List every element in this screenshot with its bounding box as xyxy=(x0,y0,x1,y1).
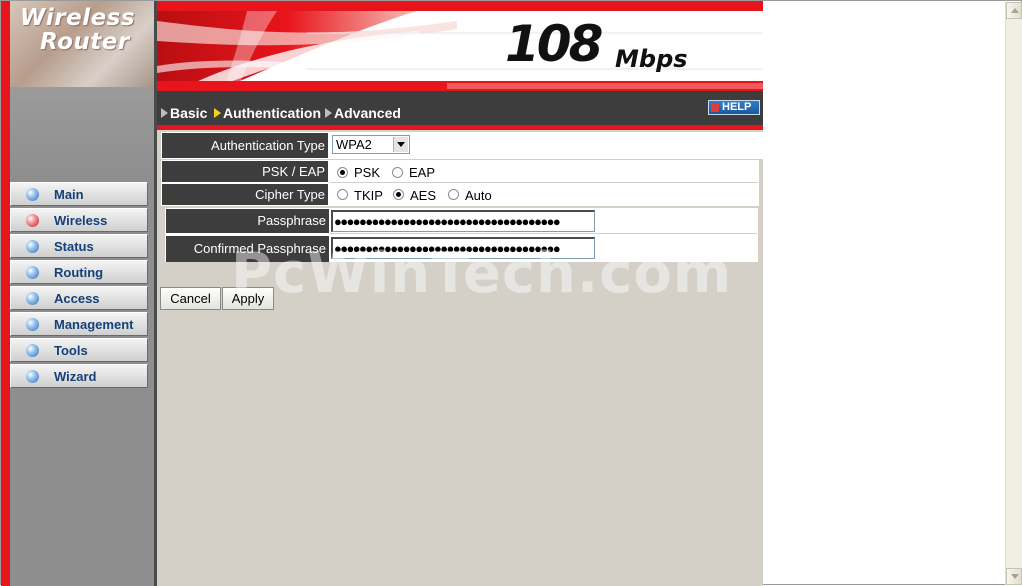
bullet-icon xyxy=(26,318,39,331)
cipher-type-label: Cipher Type xyxy=(162,184,328,205)
psk-radio[interactable] xyxy=(337,167,348,178)
confirmed-passphrase-input[interactable]: ●●●●●●●●●●●●●●●●●●●●●●●●●●●●●●●●●●●● xyxy=(331,237,595,259)
mode-panel: PSK / EAP PSK EAP Cipher Type TKIP AES A… xyxy=(161,160,759,206)
sidebar-item-label: Routing xyxy=(54,265,104,280)
psk-eap-field: PSK EAP xyxy=(330,161,758,183)
sidebar: Wireless Router Main Wireless Status Rou… xyxy=(1,1,157,586)
psk-eap-label: PSK / EAP xyxy=(162,161,328,182)
apply-button[interactable]: Apply xyxy=(222,287,274,310)
header-banner: 108 Mbps xyxy=(157,1,763,91)
help-button[interactable]: HELP xyxy=(708,100,760,115)
sidebar-item-label: Status xyxy=(54,239,94,254)
bullet-icon xyxy=(26,344,39,357)
triangle-right-icon xyxy=(214,108,221,118)
help-label: HELP xyxy=(722,101,752,113)
main-content: Authentication Type WPA2 PSK / EAP PSK E… xyxy=(157,130,763,586)
tab-authentication[interactable]: Authentication xyxy=(214,105,321,121)
psk-radio-label: PSK xyxy=(354,165,381,180)
tab-bar: Basic Authentication Advanced HELP xyxy=(157,91,763,125)
speed-logo-number: 108 xyxy=(505,15,603,73)
tab-advanced[interactable]: Advanced xyxy=(325,105,401,121)
router-logo: Wireless Router xyxy=(10,1,154,87)
sidebar-item-label: Wireless xyxy=(54,213,108,228)
tkip-radio[interactable] xyxy=(337,189,348,200)
passphrase-masked-value: ●●●●●●●●●●●●●●●●●●●●●●●●●●●●●●●●●●●● xyxy=(334,214,561,229)
triangle-right-icon xyxy=(161,108,168,118)
triangle-right-icon xyxy=(325,108,332,118)
bullet-icon xyxy=(26,214,39,227)
auth-type-field: WPA2 xyxy=(330,133,761,158)
tkip-radio-label: TKIP xyxy=(354,188,383,203)
sidebar-spacer xyxy=(10,87,154,177)
page-scrollbar[interactable] xyxy=(1005,2,1022,585)
cancel-button[interactable]: Cancel xyxy=(160,287,221,310)
confirmed-passphrase-label: Confirmed Passphrase xyxy=(166,236,329,262)
banner-red-strip xyxy=(157,1,763,11)
bullet-icon xyxy=(26,240,39,253)
sidebar-item-label: Access xyxy=(54,291,100,306)
confirmed-passphrase-field: ●●●●●●●●●●●●●●●●●●●●●●●●●●●●●●●●●●●● xyxy=(330,236,757,262)
cipher-type-field: TKIP AES Auto xyxy=(330,184,758,205)
eap-radio[interactable] xyxy=(392,167,403,178)
tab-label: Authentication xyxy=(223,105,321,121)
sidebar-item-wizard[interactable]: Wizard xyxy=(10,364,148,388)
logo-line2: Router xyxy=(40,29,130,55)
auth-type-row: Authentication Type WPA2 xyxy=(161,132,763,159)
sidebar-item-main[interactable]: Main xyxy=(10,182,148,206)
help-icon xyxy=(711,103,719,112)
speed-logo-unit: Mbps xyxy=(615,45,688,73)
sidebar-nav: Main Wireless Status Routing Access Mana… xyxy=(10,182,148,390)
auto-radio[interactable] xyxy=(448,189,459,200)
sidebar-item-management[interactable]: Management xyxy=(10,312,148,336)
sidebar-item-label: Tools xyxy=(54,343,88,358)
passphrase-field: ●●●●●●●●●●●●●●●●●●●●●●●●●●●●●●●●●●●● xyxy=(330,209,757,234)
sidebar-item-status[interactable]: Status xyxy=(10,234,148,258)
bullet-icon xyxy=(26,370,39,383)
auth-type-select[interactable]: WPA2 xyxy=(332,135,410,154)
auth-type-value: WPA2 xyxy=(336,137,372,152)
auth-type-label: Authentication Type xyxy=(162,133,328,158)
sidebar-item-routing[interactable]: Routing xyxy=(10,260,148,284)
tab-label: Basic xyxy=(170,105,208,121)
logo-line1: Wireless xyxy=(20,5,136,31)
sidebar-item-access[interactable]: Access xyxy=(10,286,148,310)
tab-basic[interactable]: Basic xyxy=(161,105,207,121)
bullet-icon xyxy=(26,266,39,279)
passphrase-label: Passphrase xyxy=(166,209,329,233)
sidebar-red-strip xyxy=(1,1,10,586)
chevron-down-icon xyxy=(393,137,408,152)
eap-radio-label: EAP xyxy=(409,165,436,180)
confirmed-passphrase-masked-value: ●●●●●●●●●●●●●●●●●●●●●●●●●●●●●●●●●●●● xyxy=(334,241,561,256)
sidebar-item-label: Main xyxy=(54,187,84,202)
scroll-down-arrow-icon[interactable] xyxy=(1006,568,1022,585)
passphrase-input[interactable]: ●●●●●●●●●●●●●●●●●●●●●●●●●●●●●●●●●●●● xyxy=(331,210,595,232)
sidebar-item-label: Wizard xyxy=(54,369,97,384)
browser-frame: Wireless Router Main Wireless Status Rou… xyxy=(0,0,1022,586)
sidebar-item-tools[interactable]: Tools xyxy=(10,338,148,362)
sidebar-item-label: Management xyxy=(54,317,134,332)
passphrase-panel: Passphrase ●●●●●●●●●●●●●●●●●●●●●●●●●●●●●… xyxy=(165,208,758,262)
aes-radio[interactable] xyxy=(393,189,404,200)
scroll-up-arrow-icon[interactable] xyxy=(1006,2,1022,19)
bullet-icon xyxy=(26,292,39,305)
sidebar-item-wireless[interactable]: Wireless xyxy=(10,208,148,232)
aes-radio-label: AES xyxy=(410,188,437,203)
auto-radio-label: Auto xyxy=(465,188,492,203)
bullet-icon xyxy=(26,188,39,201)
tab-label: Advanced xyxy=(334,105,401,121)
